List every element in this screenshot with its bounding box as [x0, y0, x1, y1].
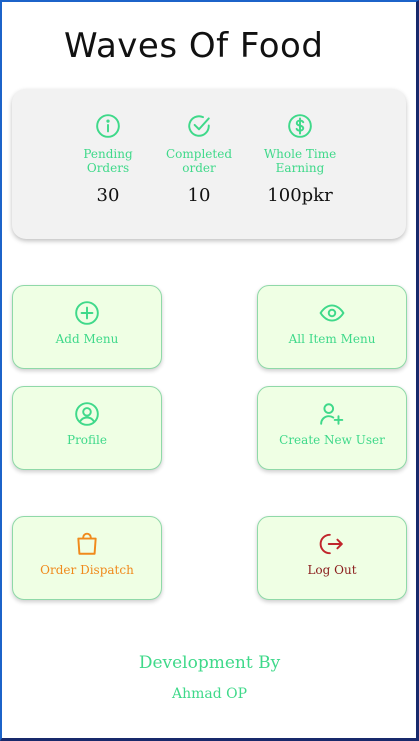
- create-new-user-label: Create New User: [279, 433, 385, 447]
- footer-title: Development By: [138, 653, 281, 673]
- eye-icon: [319, 304, 345, 322]
- stat-completed-order: Completed order 10: [154, 113, 244, 206]
- add-menu-button[interactable]: Add Menu: [12, 285, 162, 369]
- profile-button[interactable]: Profile: [12, 386, 162, 470]
- stat-label: Completed order: [165, 147, 232, 175]
- stat-label: Pending Orders: [83, 147, 133, 175]
- stat-value: 10: [187, 185, 211, 206]
- stats-card: Pending Orders 30 Completed order 10 Whole…: [12, 89, 406, 239]
- footer-developer-name: Ahmad OP: [171, 686, 248, 702]
- check-circle-icon: [188, 115, 210, 137]
- app-title: Waves Of Food: [64, 26, 324, 66]
- log-out-button[interactable]: Log Out: [257, 516, 407, 600]
- info-icon: [96, 114, 120, 138]
- log-out-label: Log Out: [307, 563, 357, 577]
- logout-icon: [319, 533, 343, 555]
- add-menu-label: Add Menu: [55, 332, 119, 346]
- shopping-bag-icon: [77, 532, 97, 555]
- all-item-menu-label: All Item Menu: [288, 332, 376, 346]
- user-plus-icon: [320, 403, 344, 425]
- user-circle-icon: [75, 402, 99, 426]
- all-item-menu-button[interactable]: All Item Menu: [257, 285, 407, 369]
- stat-label: Whole Time Earning: [263, 147, 337, 175]
- stat-value: 30: [96, 185, 120, 206]
- stat-whole-time-earning: Whole Time Earning 100pkr: [255, 113, 345, 206]
- stat-value: 100pkr: [267, 185, 333, 206]
- plus-circle-icon: [75, 301, 99, 325]
- stat-pending-orders: Pending Orders 30: [63, 113, 153, 206]
- order-dispatch-label: Order Dispatch: [40, 563, 134, 577]
- order-dispatch-button[interactable]: Order Dispatch: [12, 516, 162, 600]
- create-new-user-button[interactable]: Create New User: [257, 386, 407, 470]
- profile-label: Profile: [67, 433, 107, 447]
- dollar-circle-icon: [288, 114, 312, 138]
